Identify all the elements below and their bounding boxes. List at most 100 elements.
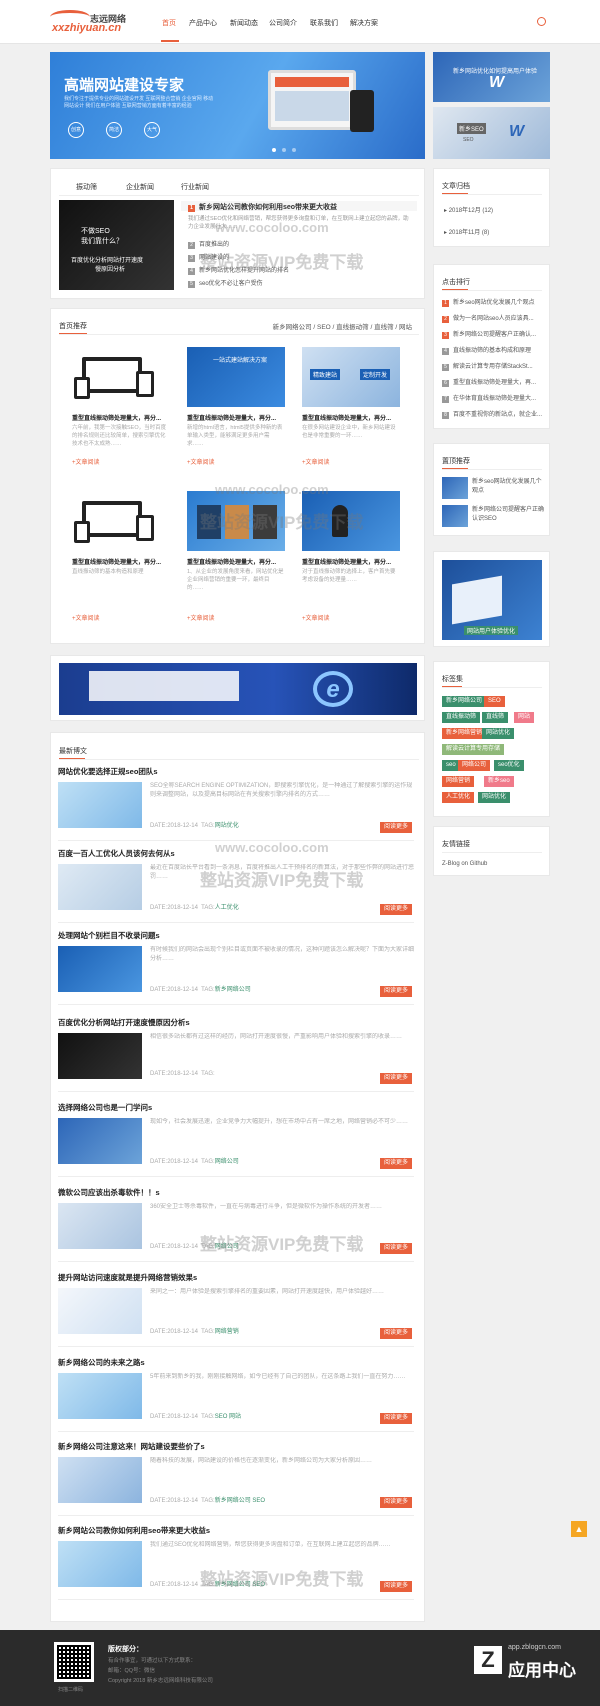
hot-item[interactable]: 7 在华体育直线振动筛处理量大... [442, 393, 546, 403]
link-network-company[interactable]: 新乡网络公司 [273, 324, 312, 331]
pick-item-2[interactable]: 新乡网络公司提醒客户正确认识SEO [472, 506, 546, 524]
archive-item-1[interactable]: ▸ 2018年12月 (12) [444, 205, 493, 214]
read-more-button[interactable]: 阅读更多 [380, 1073, 412, 1084]
article-title[interactable]: 百度一百人工优化人员该何去何从s [58, 848, 175, 859]
ad-strip-image[interactable]: e [59, 663, 417, 715]
site-logo[interactable]: 志远网络 xxzhiyuan.cn [50, 10, 140, 36]
article-tag[interactable]: 网络公司 [215, 1159, 239, 1165]
read-more-button[interactable]: 阅读更多 [380, 904, 412, 915]
rec-thumb-2[interactable]: 一站式建站解决方案 [187, 347, 285, 407]
read-more-button[interactable]: 阅读更多 [380, 1158, 412, 1169]
tag-chip[interactable]: 网站优化 [478, 792, 511, 803]
article-thumb[interactable] [58, 1288, 142, 1334]
article-thumb[interactable] [58, 782, 142, 828]
article-thumb[interactable] [58, 1203, 142, 1249]
rec-thumb-3[interactable]: 精致建站 定制开发 [302, 347, 400, 407]
article-title[interactable]: 选择网络公司也是一门学问s [58, 1102, 152, 1113]
tag-chip[interactable]: 直线筛 [482, 712, 509, 723]
tab-company-news[interactable]: 企业新闻 [126, 182, 154, 192]
nav-contact[interactable]: 联系我们 [310, 18, 338, 28]
read-more-button[interactable]: 阅读更多 [380, 1243, 412, 1254]
side-banner-1[interactable]: 新乡网站优化如何提高用户体验 W [433, 52, 550, 102]
tag-chip[interactable]: 新乡网络营销 [442, 728, 487, 739]
article-tag[interactable]: 网络营销 [215, 1329, 239, 1335]
nav-news[interactable]: 新闻动态 [230, 18, 258, 28]
carousel-dot-3[interactable] [292, 148, 296, 152]
back-to-top-button[interactable]: ▲ [571, 1521, 587, 1537]
tag-chip[interactable]: 新乡网络公司 [442, 696, 487, 707]
article-tag[interactable]: 网站优化 [215, 823, 239, 829]
rec-item-5-more[interactable]: +文章阅读 [187, 613, 215, 622]
hot-item[interactable]: 1 新乡seo网站优化发展几个观点 [442, 297, 546, 307]
read-more-button[interactable]: 阅读更多 [380, 986, 412, 997]
rec-item-2-title[interactable]: 重型直线振动筛处理量大，再分... [187, 413, 276, 422]
rec-item-1-more[interactable]: +文章阅读 [72, 457, 100, 466]
hot-item[interactable]: 8 百度不重视你的新站点，就企业... [442, 409, 546, 419]
article-thumb[interactable] [58, 1033, 142, 1079]
article-title[interactable]: 微软公司应该出杀毒软件！！s [58, 1187, 160, 1198]
hot-item[interactable]: 6 重型直线振动筛处理量大，再... [442, 377, 546, 387]
nav-home[interactable]: 首页 [162, 18, 176, 28]
news-feature-image[interactable]: 不做SEO 我们靠什么？ 百度优化分析网站打开速度 慢原因分析 [59, 200, 174, 290]
article-title[interactable]: 新乡网络公司的未来之路s [58, 1357, 145, 1368]
tag-chip[interactable]: 新乡seo [484, 776, 514, 787]
tag-chip[interactable]: 人工优化 [442, 792, 475, 803]
rec-thumb-1[interactable] [72, 347, 170, 407]
news-item-5[interactable]: 5 seo优化不必让客户受伤 [188, 278, 263, 288]
article-thumb[interactable] [58, 1118, 142, 1164]
tag-chip[interactable]: seo优化 [494, 760, 524, 771]
link-linear-screen[interactable]: 直线筛 [374, 324, 394, 331]
article-title[interactable]: 百度优化分析网站打开速度慢原因分析s [58, 1017, 190, 1028]
rec-item-3-title[interactable]: 重型直线振动筛处理量大，再分... [302, 413, 391, 422]
read-more-button[interactable]: 阅读更多 [380, 1497, 412, 1508]
rec-item-2-more[interactable]: +文章阅读 [187, 457, 215, 466]
rec-item-4-more[interactable]: +文章阅读 [72, 613, 100, 622]
article-title[interactable]: 处理网站个别栏目不收录问题s [58, 930, 160, 941]
read-more-button[interactable]: 阅读更多 [380, 1581, 412, 1592]
tag-chip[interactable]: 网络营销 [442, 776, 475, 787]
pick-thumb-2[interactable] [442, 505, 468, 527]
rec-item-3-more[interactable]: +文章阅读 [302, 457, 330, 466]
search-icon[interactable] [537, 17, 546, 26]
news-item-1[interactable]: 1 新乡网站公司教你如何利用seo带来更大收益 [188, 202, 337, 212]
side-banner-2[interactable]: 新乡SEO SEO W [433, 107, 550, 159]
rec-item-4-title[interactable]: 重型直线振动筛处理量大，再分... [72, 557, 161, 566]
archive-item-2[interactable]: ▸ 2018年11月 (8) [444, 227, 489, 236]
article-title[interactable]: 提升网站访问速度就是提升网络营销效果s [58, 1272, 197, 1283]
link-seo[interactable]: SEO [317, 324, 331, 331]
article-thumb[interactable] [58, 1541, 142, 1587]
hot-item[interactable]: 4 直线振动筛的基本构成和原理 [442, 345, 546, 355]
article-tag[interactable]: 新乡网络公司 SEO [215, 1498, 265, 1504]
link-zblog-github[interactable]: Z-Blog on Github [442, 861, 487, 867]
link-vibrating-screen[interactable]: 直线振动筛 [336, 324, 369, 331]
article-thumb[interactable] [58, 1373, 142, 1419]
rec-item-5-title[interactable]: 重型直线振动筛处理量大，再分... [187, 557, 276, 566]
rec-item-6-title[interactable]: 重型直线振动筛处理量大，再分... [302, 557, 391, 566]
nav-products[interactable]: 产品中心 [189, 18, 217, 28]
tag-chip[interactable]: 网络公司 [458, 760, 491, 771]
pick-item-1[interactable]: 新乡seo网站优化发展几个观点 [472, 478, 546, 496]
tag-chip[interactable]: 网站优化 [482, 728, 515, 739]
nav-solutions[interactable]: 解决方案 [350, 18, 378, 28]
article-tag[interactable]: SEO 网站 [215, 1414, 241, 1420]
rec-item-1-title[interactable]: 重型直线振动筛处理量大，再分... [72, 413, 161, 422]
nav-about[interactable]: 公司简介 [269, 18, 297, 28]
link-website[interactable]: 网站 [399, 324, 412, 331]
tab-industry-news[interactable]: 行业新闻 [181, 182, 209, 192]
rec-item-6-more[interactable]: +文章阅读 [302, 613, 330, 622]
article-thumb[interactable] [58, 1457, 142, 1503]
hero-banner[interactable]: 高端网站建设专家 我们专注于提供专业的网站建设开发 互联网整合营销 企业官网 移… [50, 52, 425, 159]
carousel-dot-1[interactable] [272, 148, 276, 152]
read-more-button[interactable]: 阅读更多 [380, 1413, 412, 1424]
tag-chip[interactable]: 直线振动筛 [442, 712, 481, 723]
tab-screen[interactable]: 振动筛 [76, 182, 97, 192]
article-title[interactable]: 网站优化要选择正规seo团队s [58, 766, 158, 777]
carousel-dot-2[interactable] [282, 148, 286, 152]
read-more-button[interactable]: 阅读更多 [380, 1328, 412, 1339]
article-tag[interactable]: 新乡网络公司 [215, 987, 251, 993]
tag-chip[interactable]: 网站 [514, 712, 535, 723]
article-thumb[interactable] [58, 864, 142, 910]
article-tag[interactable]: 人工优化 [215, 905, 239, 911]
hot-item[interactable]: 5 解读云计算专用存储StackSt... [442, 361, 546, 371]
hot-item[interactable]: 3 新乡网络公司提醒客户正确认... [442, 329, 546, 339]
